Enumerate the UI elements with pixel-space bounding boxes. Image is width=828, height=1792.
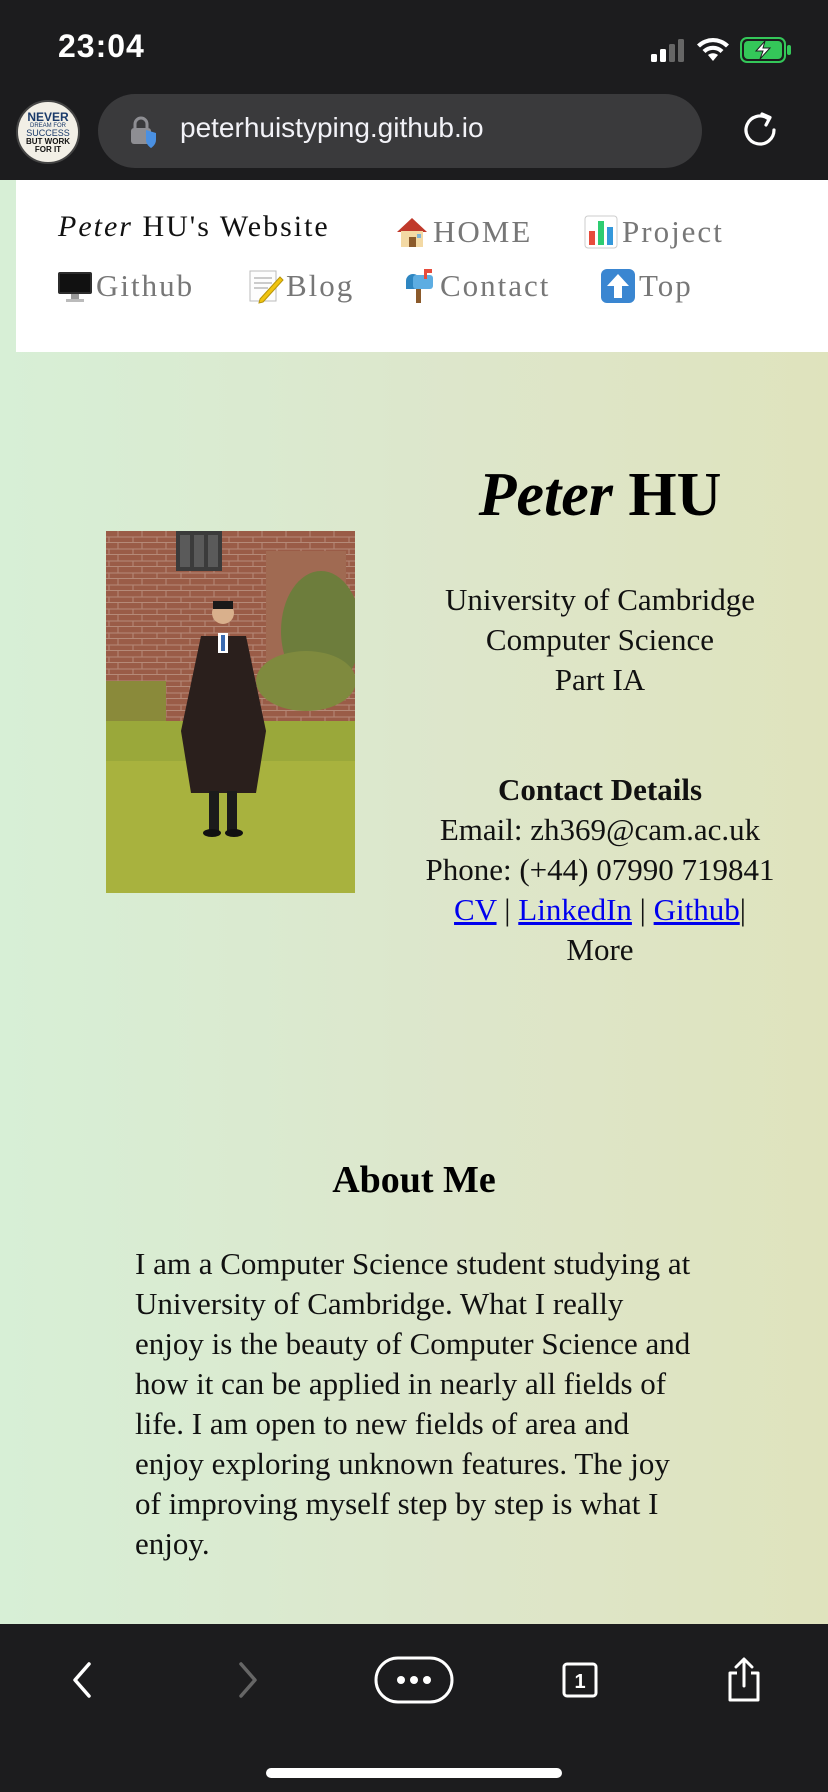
more-button[interactable]: [374, 1650, 454, 1710]
back-icon: [73, 1662, 91, 1698]
link-separator: |: [631, 892, 654, 927]
web-page: Peter HU's Website HOME Project Github B…: [0, 180, 828, 1624]
linkedin-link[interactable]: LinkedIn: [518, 892, 632, 927]
cv-link[interactable]: CV: [454, 892, 497, 927]
url-text: peterhuistyping.github.io: [180, 112, 484, 143]
university-name: University of Cambridge: [445, 582, 755, 617]
bar-chart-icon: [584, 215, 618, 249]
battery-charging-icon: [740, 37, 791, 63]
profile-photo: [106, 531, 355, 893]
nav-top[interactable]: Top: [599, 267, 693, 305]
about-text: I am a Computer Science student studying…: [135, 1246, 691, 1561]
profile-name: Peter HU: [478, 461, 722, 529]
tabs-button[interactable]: 1: [550, 1650, 610, 1710]
contact-details: Contact Details Email: zh369@cam.ac.uk P…: [420, 770, 780, 970]
tabs-icon: 1: [562, 1662, 598, 1698]
site-favicon: NEVER DREAM FOR SUCCESS BUT WORK FOR IT: [16, 100, 80, 164]
house-icon: [397, 218, 427, 247]
contact-heading: Contact Details: [497, 772, 703, 807]
contact-links: CV | LinkedIn | Github| More: [420, 890, 780, 970]
reload-icon[interactable]: [738, 108, 782, 152]
nav-github[interactable]: Github: [56, 267, 194, 305]
tab-count: 1: [574, 1671, 585, 1693]
link-separator: |: [496, 892, 519, 927]
course-part: Part IA: [554, 662, 646, 697]
subject-name: Computer Science: [485, 622, 715, 657]
more-icon: [374, 1656, 454, 1704]
nav-contact[interactable]: Contact: [400, 267, 550, 305]
signal-icon: [651, 39, 684, 62]
forward-button[interactable]: [218, 1650, 278, 1710]
privacy-shield-icon: [131, 116, 156, 148]
mailbox-icon: [406, 269, 433, 303]
memo-icon: [249, 270, 284, 304]
forward-icon: [239, 1662, 257, 1698]
status-icons: [650, 36, 792, 64]
contact-phone: Phone: (+44) 07990 719841: [425, 852, 775, 887]
share-button[interactable]: [714, 1650, 774, 1710]
more-link[interactable]: More: [420, 930, 780, 970]
github-link[interactable]: Github: [654, 892, 740, 927]
graduation-photo-image: [106, 531, 355, 893]
status-bar: 23:04: [0, 0, 828, 90]
contact-email: Email: zh369@cam.ac.uk: [439, 812, 761, 847]
nav-project[interactable]: Project: [582, 213, 724, 251]
up-arrow-icon: [601, 269, 635, 303]
site-brand[interactable]: Peter HU's Website: [58, 210, 330, 244]
wifi-icon: [697, 38, 729, 61]
about-heading: About Me: [332, 1159, 496, 1201]
home-indicator[interactable]: [266, 1768, 562, 1778]
back-button[interactable]: [52, 1650, 112, 1710]
status-time: 23:04: [58, 28, 145, 64]
browser-toolbar: 1: [0, 1624, 828, 1792]
share-icon: [728, 1657, 760, 1702]
site-nav: Peter HU's Website HOME Project Github B…: [16, 180, 828, 352]
desktop-computer-icon: [58, 272, 92, 302]
nav-blog[interactable]: Blog: [246, 267, 354, 305]
university-info: University of Cambridge Computer Science…: [420, 580, 780, 700]
browser-address-row: NEVER DREAM FOR SUCCESS BUT WORK FOR IT …: [0, 90, 828, 180]
address-bar[interactable]: peterhuistyping.github.io: [98, 94, 702, 168]
nav-home[interactable]: HOME: [393, 213, 532, 251]
